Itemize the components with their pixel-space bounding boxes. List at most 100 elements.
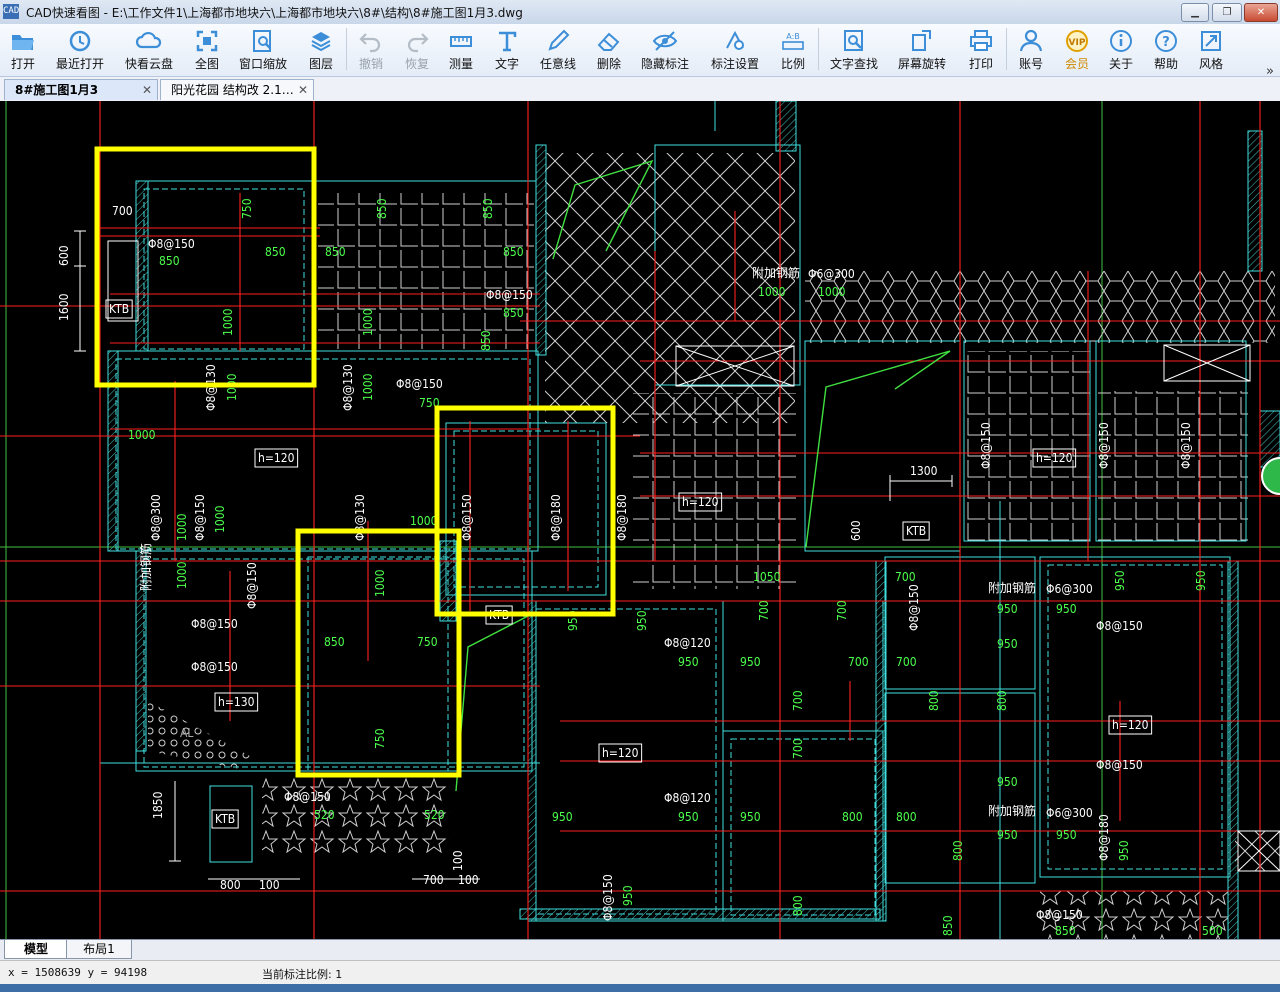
layers-icon	[311, 32, 331, 52]
restore-icon: ❐	[1222, 7, 1232, 18]
drawing-label: 950	[997, 637, 1018, 651]
drawing-label: 750	[240, 198, 254, 219]
drawing-label: Φ8@150	[907, 584, 921, 631]
tab-label: 8#施工图1月3	[15, 83, 99, 97]
drawing-label: 100	[259, 878, 280, 892]
drawing-label: 700	[757, 600, 771, 621]
delete-button[interactable]: 删除	[592, 25, 626, 73]
recent-open-button[interactable]: 最近打开	[56, 25, 104, 73]
drawing-label: 950	[1113, 570, 1127, 591]
drawing-label: 850	[265, 245, 286, 259]
about-button[interactable]: 关于	[1104, 25, 1138, 73]
cloud-disk-button[interactable]: 快看云盘	[124, 25, 174, 73]
drawing-label: Φ8@150	[1097, 422, 1111, 469]
tab-close-icon[interactable]: ✕	[142, 80, 152, 100]
drawing-label: 950	[621, 885, 635, 906]
text-search-button[interactable]: 文字查找	[828, 25, 880, 73]
drawing-label: 附加钢筋	[988, 580, 1036, 595]
style-icon	[1201, 31, 1221, 51]
redo-button[interactable]: 恢复	[400, 25, 434, 73]
style-button[interactable]: 风格	[1194, 25, 1228, 73]
drawing-label: h=120	[258, 451, 295, 465]
drawing-label: 1000	[175, 513, 189, 541]
drawing-label: 1000	[818, 285, 846, 299]
drawing-canvas[interactable]: 700 750 Φ8@150 850 850 850 850 850 850 600 1600 KTB…	[0, 101, 1280, 939]
drawing-label: 950	[740, 655, 761, 669]
main-toolbar: 打开 最近打开 快看云盘 全图 窗口缩放 图层 撤销 恢复 测量 文字 任意线	[0, 24, 1280, 79]
tab-model[interactable]: 模型	[4, 940, 68, 959]
drawing-label: 850	[941, 915, 955, 936]
tab-document-1[interactable]: 8#施工图1月3 ✕	[4, 79, 158, 100]
drawing-label: 700	[895, 570, 916, 584]
drawing-label: 700	[423, 873, 444, 887]
annotation-settings-icon	[726, 30, 744, 50]
maximize-button[interactable]: ❐	[1212, 3, 1242, 22]
vip-badge-icon: VIP	[1066, 30, 1088, 52]
drawing-label: 750	[417, 635, 438, 649]
undo-button[interactable]: 撤销	[354, 25, 388, 73]
drawing-label: Φ8@150	[486, 288, 533, 302]
help-button[interactable]: ? 帮助	[1149, 25, 1183, 73]
open-folder-icon	[12, 35, 34, 50]
markup-rect-1[interactable]	[94, 146, 317, 388]
drawing-label: 1000	[361, 308, 375, 336]
measure-button[interactable]: 测量	[444, 25, 478, 73]
tab-document-2[interactable]: 阳光花园 结构改 2.1… ✕	[160, 79, 314, 100]
measure-icon	[450, 36, 472, 47]
minimize-button[interactable]: ▁	[1181, 3, 1209, 22]
fit-all-button[interactable]: 全图	[190, 25, 224, 73]
rotate-screen-icon	[912, 30, 931, 51]
vip-member-button[interactable]: VIP 会员	[1060, 25, 1094, 73]
hide-eye-icon	[652, 31, 678, 51]
drawing-label: 800	[927, 690, 941, 711]
annotation-settings-button[interactable]: 标注设置	[710, 25, 760, 73]
help-question-icon: ?	[1155, 30, 1177, 52]
drawing-label: 附加钢筋	[752, 265, 800, 280]
print-button[interactable]: 打印	[964, 25, 998, 73]
account-user-icon	[1019, 29, 1043, 52]
freeline-pen-icon	[548, 29, 570, 51]
tab-label: 阳光花园 结构改 2.1…	[171, 83, 294, 97]
printer-icon	[970, 30, 992, 51]
close-icon: ✕	[1256, 7, 1266, 18]
drawing-label: Φ8@150	[460, 494, 474, 541]
freeline-button[interactable]: 任意线	[538, 25, 578, 73]
drawing-label: 850	[503, 245, 524, 259]
open-button[interactable]: 打开	[6, 25, 40, 73]
info-icon	[1110, 30, 1132, 52]
drawing-label: 附加钢筋	[988, 803, 1036, 818]
drawing-label: Φ6@300	[1046, 582, 1093, 596]
svg-text:VIP: VIP	[1069, 38, 1086, 48]
drawing-label: 950	[1194, 570, 1208, 591]
drawing-label: Φ8@150	[284, 790, 331, 804]
drawing-label: Φ8@150	[193, 494, 207, 541]
hide-annotation-button[interactable]: 隐藏标注	[640, 25, 690, 73]
text-button[interactable]: 文字	[490, 25, 524, 73]
drawing-label: 800	[951, 840, 965, 861]
toolbar-separator	[818, 28, 819, 70]
window-zoom-button[interactable]: 窗口缩放	[238, 25, 288, 73]
svg-text:A:B: A:B	[786, 32, 800, 41]
drawing-label: 1000	[213, 505, 227, 533]
drawing-label: Φ6@300	[808, 267, 855, 281]
drawing-label: Φ8@150	[396, 377, 443, 391]
title-bar: CAD CAD快速看图 - E:\工作文件1\上海都市地块六\上海都市地块六\8…	[0, 0, 1280, 25]
scale-button[interactable]: A:B 比例	[776, 25, 810, 73]
close-button[interactable]: ✕	[1244, 3, 1278, 22]
account-button[interactable]: 账号	[1014, 25, 1048, 73]
tab-layout1[interactable]: 布局1	[66, 940, 132, 959]
drawing-label: 800	[791, 895, 805, 916]
redo-icon	[407, 33, 429, 53]
drawing-label: 700	[791, 738, 805, 759]
drawing-label: 850	[325, 245, 346, 259]
drawing-label: Φ8@150	[245, 562, 259, 609]
drawing-label: Φ8@150	[1036, 908, 1083, 922]
drawing-label: Φ8@150	[1096, 758, 1143, 772]
layers-button[interactable]: 图层	[304, 25, 338, 73]
cad-drawing[interactable]: 700 750 Φ8@150 850 850 850 850 850 850 600 1600 KTB…	[0, 101, 1280, 939]
drawing-label: KTB	[215, 812, 235, 826]
drawing-label: Φ8@120	[664, 791, 711, 805]
rotate-screen-button[interactable]: 屏幕旋转	[896, 25, 948, 73]
tab-close-icon[interactable]: ✕	[298, 80, 308, 100]
document-tab-bar: 8#施工图1月3 ✕ 阳光花园 结构改 2.1… ✕	[0, 77, 1280, 102]
